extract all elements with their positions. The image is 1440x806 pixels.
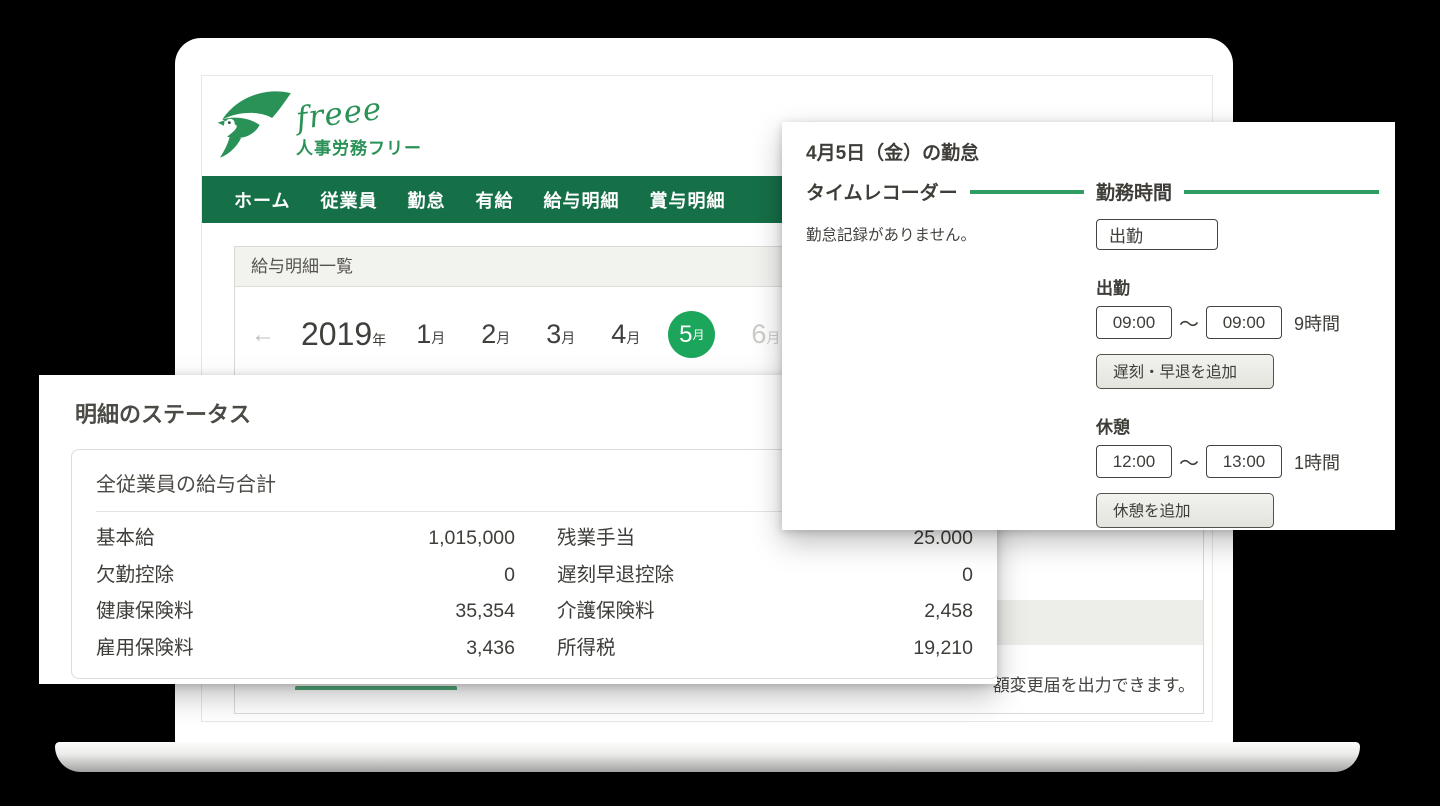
month-tab-4[interactable]: 4月 <box>611 319 640 350</box>
year-label: 2019年 <box>301 316 387 352</box>
salary-total-table: 基本給 1,015,000 残業手当 25.000 欠勤控除 0 遅刻早退控除 … <box>72 512 997 666</box>
row-label: 基本給 <box>96 527 155 549</box>
row-value: 19,210 <box>913 636 973 659</box>
attendance-columns: タイムレコーダー 勤怠記録がありません。 勤務時間 出勤 出勤 09:00 ～ … <box>806 178 1379 528</box>
month-tab-2[interactable]: 2月 <box>481 319 510 350</box>
attendance-card: 4月5日（金）の勤怠 タイムレコーダー 勤怠記録がありません。 勤務時間 出勤 … <box>782 122 1395 530</box>
time-recorder-section: タイムレコーダー 勤怠記録がありません。 <box>806 178 1084 528</box>
marketing-stage: freee 人事労務フリー ホーム 従業員 勤怠 有給 給与明細 賞与明細 給与… <box>0 0 1440 806</box>
freee-swallow-logo-icon <box>217 91 291 158</box>
break-duration: 1時間 <box>1294 452 1341 473</box>
laptop-base <box>55 742 1360 772</box>
nav-item-attendance[interactable]: 勤怠 <box>407 187 445 213</box>
table-row: 欠勤控除 0 遅刻早退控除 0 <box>96 557 974 594</box>
break-time-row: 12:00 ～ 13:00 1時間 <box>1096 445 1379 478</box>
month-selector: ← 2019年 1月 2月 3月 4月 5月 6月 <box>251 311 780 358</box>
row-label: 所得税 <box>557 636 616 659</box>
row-label: 雇用保険料 <box>96 636 194 659</box>
range-separator: ～ <box>1179 314 1199 336</box>
green-rule <box>1184 189 1379 194</box>
month-tab-5-selected[interactable]: 5月 <box>668 311 716 358</box>
row-label: 欠勤控除 <box>96 563 175 586</box>
green-rule <box>969 189 1084 194</box>
work-time-row: 09:00 ～ 09:00 9時間 <box>1096 306 1379 339</box>
logo-texts: freee 人事労務フリー <box>294 91 422 159</box>
table-row: 雇用保険料 3,436 所得税 19,210 <box>96 630 974 667</box>
clock-in-button[interactable]: 出勤 <box>1096 219 1218 250</box>
nav-item-paid-leave[interactable]: 有給 <box>475 187 513 213</box>
nav-item-employees[interactable]: 従業員 <box>320 187 377 213</box>
add-break-button[interactable]: 休憩を追加 <box>1096 493 1274 528</box>
freee-logo[interactable]: freee 人事労務フリー <box>216 90 422 160</box>
table-row: 健康保険料 35,354 介護保険料 2,458 <box>96 593 974 630</box>
time-recorder-heading: タイムレコーダー <box>806 178 1084 205</box>
work-start-input[interactable]: 09:00 <box>1096 306 1172 339</box>
row-value: 1,015,000 <box>428 527 515 549</box>
row-value: 0 <box>504 563 515 586</box>
range-separator: ～ <box>1179 453 1199 475</box>
work-duration: 9時間 <box>1294 313 1341 334</box>
status-card-title: 明細のステータス <box>75 402 252 427</box>
row-label: 健康保険料 <box>96 600 194 622</box>
break-start-input[interactable]: 12:00 <box>1096 445 1172 478</box>
notification-text: 額変更届を出力できます。 <box>992 676 1195 695</box>
add-late-early-button[interactable]: 遅刻・早退を追加 <box>1096 354 1274 389</box>
work-end-input[interactable]: 09:00 <box>1206 306 1282 339</box>
nav-item-home[interactable]: ホーム <box>234 187 290 213</box>
nav-item-bonus[interactable]: 賞与明細 <box>649 187 725 213</box>
month-tab-1[interactable]: 1月 <box>416 319 445 350</box>
break-label: 休憩 <box>1096 418 1130 437</box>
work-label: 出勤 <box>1096 279 1130 298</box>
prev-year-arrow-icon[interactable]: ← <box>251 321 275 349</box>
row-label: 残業手当 <box>557 527 636 549</box>
hidden-green-button-top <box>295 686 457 690</box>
logo-product-name: 人事労務フリー <box>296 139 422 158</box>
month-tab-6[interactable]: 6月 <box>751 319 780 350</box>
logo-wordmark: freee <box>294 90 385 138</box>
row-value: 3,436 <box>466 636 515 659</box>
work-time-section: 勤務時間 出勤 出勤 09:00 ～ 09:00 9時間 遅刻・早退を追加 休憩… <box>1096 178 1379 528</box>
break-end-input[interactable]: 13:00 <box>1206 445 1282 478</box>
row-label: 遅刻早退控除 <box>557 563 675 586</box>
row-value: 35,354 <box>455 600 515 622</box>
no-record-message: 勤怠記録がありません。 <box>806 227 977 244</box>
month-tab-3[interactable]: 3月 <box>546 319 575 350</box>
work-time-heading: 勤務時間 <box>1096 178 1379 205</box>
row-label: 介護保険料 <box>557 600 655 622</box>
nav-item-payslips[interactable]: 給与明細 <box>543 187 619 213</box>
row-value: 2,458 <box>924 600 973 622</box>
row-value: 0 <box>962 563 973 586</box>
attendance-card-title: 4月5日（金）の勤怠 <box>806 143 980 164</box>
